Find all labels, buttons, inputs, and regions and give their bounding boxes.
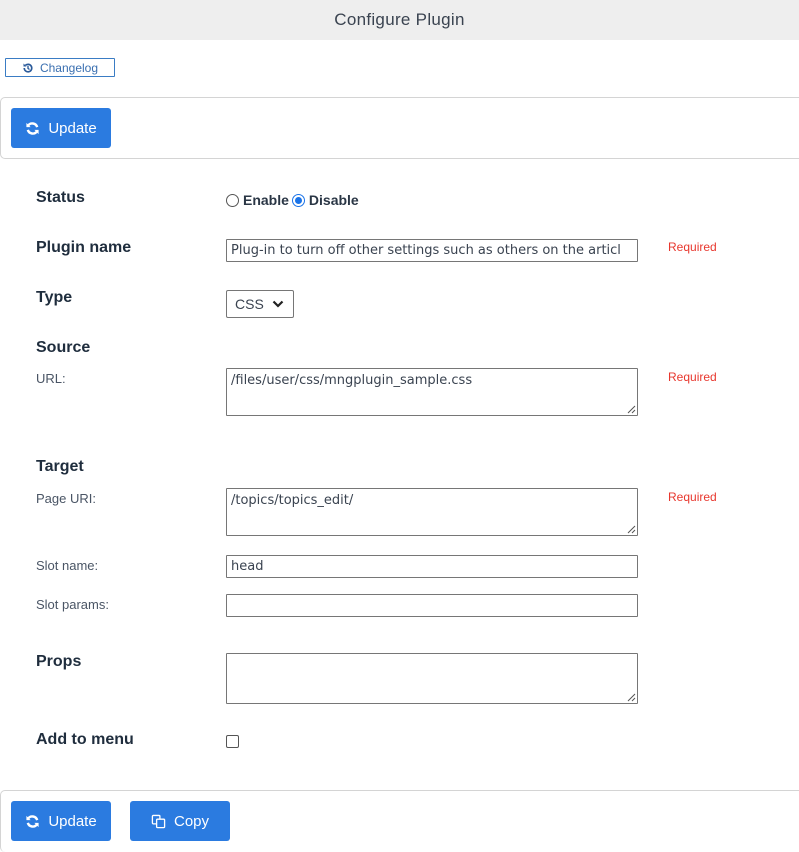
slot-name-label: Slot name: (36, 558, 99, 573)
refresh-icon (26, 121, 39, 135)
add-to-menu-label: Add to menu (36, 731, 134, 748)
slot-name-value: head (231, 559, 264, 574)
page-title: Configure Plugin (334, 10, 465, 29)
status-label: Status (36, 189, 85, 206)
slot-name-input[interactable]: head (226, 555, 638, 578)
type-label: Type (36, 289, 73, 306)
url-required: Required (668, 370, 717, 384)
status-enable-label[interactable]: Enable (243, 192, 289, 208)
changelog-button[interactable]: Changelog (5, 58, 115, 77)
changelog-label: Changelog (39, 60, 99, 75)
url-textarea[interactable]: /files/user/css/mngplugin_sample.css (226, 368, 638, 416)
copy-button[interactable]: Copy (130, 801, 230, 841)
resize-grip-icon[interactable] (626, 404, 636, 414)
slot-params-label: Slot params: (36, 597, 109, 612)
url-label: URL: (36, 371, 66, 386)
type-select-value: CSS (235, 296, 264, 312)
update-label: Update (48, 812, 97, 830)
update-button-top[interactable]: Update (11, 108, 111, 148)
copy-icon (151, 814, 166, 828)
update-label: Update (48, 119, 97, 137)
update-button-bottom[interactable]: Update (11, 801, 111, 841)
props-textarea[interactable] (226, 653, 638, 704)
page-uri-value: /topics/topics_edit/ (231, 493, 354, 508)
add-to-menu-checkbox[interactable] (226, 735, 239, 748)
status-radio-group: Enable Disable (226, 192, 359, 208)
page-uri-textarea[interactable]: /topics/topics_edit/ (226, 488, 638, 536)
status-enable-radio[interactable] (226, 193, 239, 207)
status-disable-radio[interactable] (291, 193, 305, 207)
bottom-toolbar: Update Copy (0, 790, 799, 852)
top-toolbar: Update (0, 97, 799, 159)
page-title-bar: Configure Plugin (0, 0, 799, 40)
plugin-name-required: Required (668, 240, 717, 254)
target-heading: Target (36, 458, 84, 475)
url-value: /files/user/css/mngplugin_sample.css (231, 373, 473, 388)
type-select[interactable]: CSS (226, 290, 294, 318)
page-uri-label: Page URI: (36, 491, 96, 506)
chevron-down-icon (272, 300, 284, 308)
history-icon (23, 62, 33, 73)
resize-grip-icon[interactable] (626, 524, 636, 534)
plugin-name-input[interactable]: Plug-in to turn off other settings such … (226, 239, 638, 262)
plugin-name-label: Plugin name (36, 239, 132, 256)
refresh-icon (26, 814, 39, 828)
copy-label: Copy (173, 812, 210, 830)
status-disable-label[interactable]: Disable (309, 192, 359, 208)
source-heading: Source (36, 339, 91, 356)
page-uri-required: Required (668, 490, 717, 504)
resize-grip-icon[interactable] (626, 692, 636, 702)
slot-params-input[interactable] (226, 594, 638, 617)
props-label: Props (36, 653, 82, 670)
plugin-name-value: Plug-in to turn off other settings such … (231, 243, 621, 258)
